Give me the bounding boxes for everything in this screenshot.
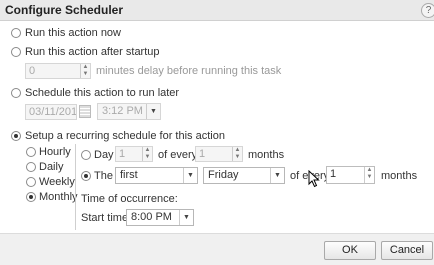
delay-suffix: minutes delay before running this task xyxy=(96,65,282,77)
chevron-down-icon: ▼ xyxy=(270,168,284,183)
monthly-radio[interactable] xyxy=(26,192,36,202)
chevron-down-icon: ▼ xyxy=(146,104,160,119)
interval-stepper[interactable]: ▲ ▼ xyxy=(364,167,374,183)
run-after-startup-label: Run this action after startup xyxy=(25,46,160,58)
hourly-label: Hourly xyxy=(39,146,71,158)
month-input[interactable]: 1 ▲ ▼ xyxy=(195,146,243,162)
frequency-divider xyxy=(75,144,76,230)
weekly-radio[interactable] xyxy=(26,177,36,187)
cancel-button[interactable]: Cancel xyxy=(381,241,433,260)
months-label: months xyxy=(248,149,285,161)
interval-value: 1 xyxy=(330,168,337,180)
interval-input[interactable]: 1 ▲ ▼ xyxy=(326,166,375,184)
month-stepper[interactable]: ▲ ▼ xyxy=(232,147,242,161)
calendar-icon[interactable] xyxy=(79,105,91,118)
chevron-down-icon: ▼ xyxy=(183,168,197,183)
monthly-label: Monthly xyxy=(39,191,78,203)
delay-stepper[interactable]: ▲ ▼ xyxy=(80,64,90,78)
the-label: The xyxy=(94,170,113,182)
ordinal-value: first xyxy=(120,169,138,181)
date-input[interactable]: 03/11/2019 xyxy=(25,104,77,120)
delay-input[interactable]: 0 ▲ ▼ xyxy=(25,63,91,79)
run-after-startup-radio[interactable] xyxy=(11,47,21,57)
of-every-label: of every xyxy=(158,149,198,161)
daily-radio[interactable] xyxy=(26,162,36,172)
day-stepper[interactable]: ▲ ▼ xyxy=(142,147,152,161)
day-value: 1 xyxy=(119,148,126,160)
the-radio[interactable] xyxy=(81,171,91,181)
weekday-select[interactable]: Friday ▼ xyxy=(203,167,285,184)
delay-value: 0 xyxy=(29,65,36,77)
daily-label: Daily xyxy=(39,161,64,173)
start-time-value: 8:00 PM xyxy=(131,211,172,223)
schedule-later-label: Schedule this action to run later xyxy=(25,87,180,99)
run-now-label: Run this action now xyxy=(25,27,121,39)
ordinal-select[interactable]: first ▼ xyxy=(115,167,198,184)
dialog-title: Configure Scheduler xyxy=(5,3,124,17)
mouse-cursor-icon xyxy=(308,170,320,188)
day-label: Day xyxy=(94,149,114,161)
weekly-label: Weekly xyxy=(39,176,75,188)
months-label-2: months xyxy=(381,170,418,182)
start-time-select[interactable]: 8:00 PM ▼ xyxy=(126,209,194,226)
month-value: 1 xyxy=(199,148,206,160)
ok-button[interactable]: OK xyxy=(324,241,376,260)
day-input[interactable]: 1 ▲ ▼ xyxy=(115,146,153,162)
recurring-label: Setup a recurring schedule for this acti… xyxy=(25,130,225,142)
day-radio[interactable] xyxy=(81,150,91,160)
occurrence-heading: Time of occurrence: xyxy=(81,193,178,205)
run-now-radio[interactable] xyxy=(11,28,21,38)
chevron-down-icon: ▼ xyxy=(179,210,193,225)
hourly-radio[interactable] xyxy=(26,147,36,157)
start-time-label: Start time: xyxy=(81,212,132,224)
schedule-later-radio[interactable] xyxy=(11,88,21,98)
recurring-radio[interactable] xyxy=(11,131,21,141)
time-select[interactable]: 3:12 PM ▼ xyxy=(97,103,161,120)
help-icon[interactable]: ? xyxy=(421,3,434,18)
time-value: 3:12 PM xyxy=(102,105,143,117)
weekday-value: Friday xyxy=(208,169,239,181)
